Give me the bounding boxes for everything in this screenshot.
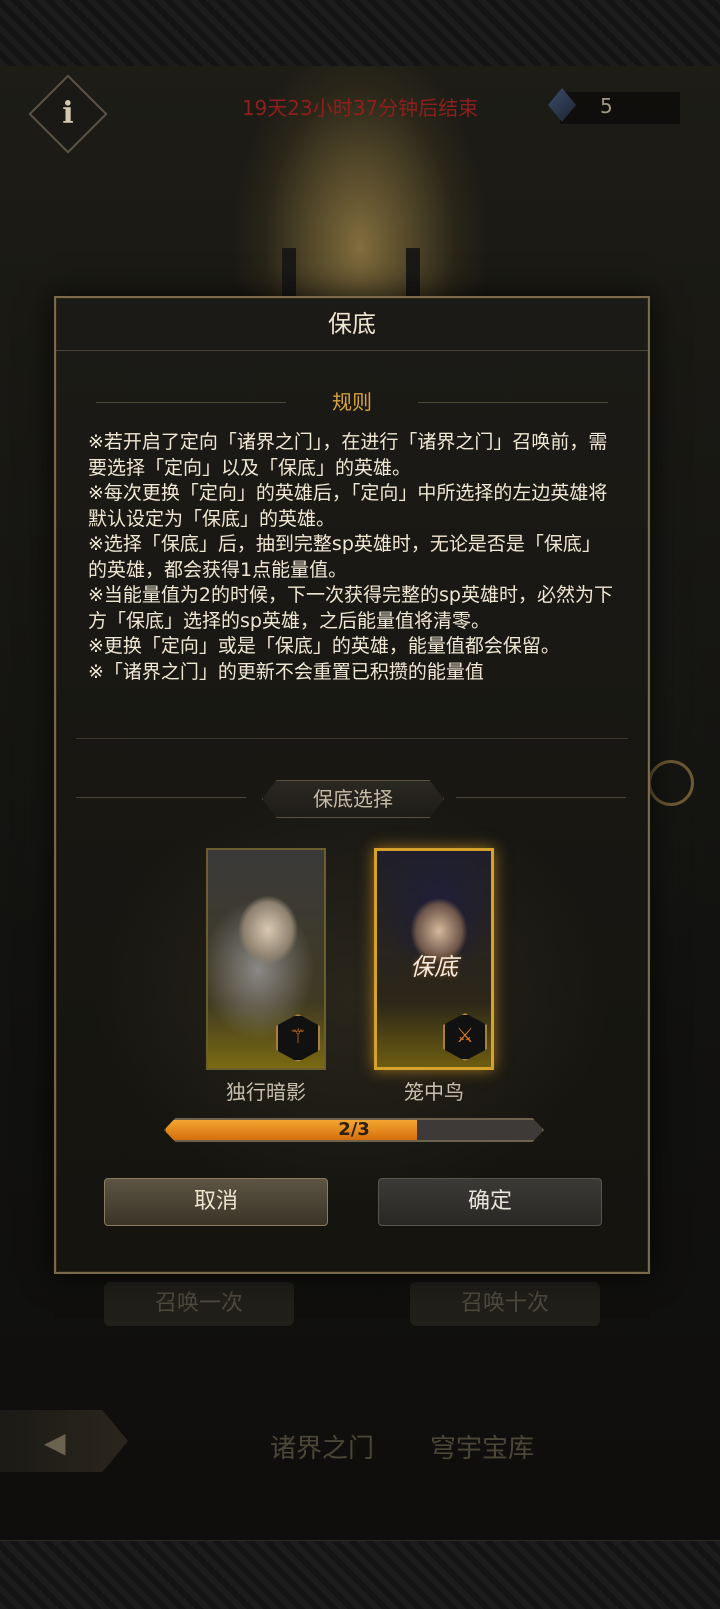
hero-card-caged-bird[interactable]: 保底 ⚔ bbox=[374, 848, 494, 1070]
hero-name: 独行暗影 bbox=[226, 1080, 306, 1104]
energy-progress-label: 2/3 bbox=[338, 1119, 370, 1140]
tab-gate[interactable]: 诸界之门 bbox=[270, 1428, 374, 1465]
info-icon: i bbox=[62, 96, 74, 131]
summon-ten-button[interactable]: 召唤十次 bbox=[410, 1282, 600, 1326]
currency-panel bbox=[560, 92, 680, 124]
back-button[interactable]: ◀ bbox=[0, 1410, 128, 1472]
pity-divider-right bbox=[456, 797, 626, 798]
bottom-frame bbox=[0, 1540, 720, 1609]
refresh-icon[interactable] bbox=[648, 760, 694, 806]
rules-text[interactable]: ※若开启了定向「诸界之门」，在进行「诸界之门」召唤前，需要选择「定向」以及「保底… bbox=[88, 430, 618, 722]
back-arrow-icon: ◀ bbox=[44, 1426, 66, 1459]
hero-name: 笼中鸟 bbox=[404, 1080, 464, 1104]
pity-divider-left bbox=[76, 797, 246, 798]
tower-silhouette bbox=[406, 248, 420, 296]
energy-progress-bar: 2/3 bbox=[164, 1118, 544, 1142]
hero-card-lone-shadow[interactable]: ⚚ bbox=[206, 848, 326, 1070]
pity-selected-tag: 保底 bbox=[410, 953, 458, 981]
pity-selection-title: 保底选择 bbox=[262, 780, 444, 818]
section-divider bbox=[76, 738, 628, 739]
summon-once-button[interactable]: 召唤一次 bbox=[104, 1282, 294, 1326]
tab-vault[interactable]: 穹宇宝库 bbox=[430, 1428, 534, 1465]
pity-dialog: 保底 规则 ※若开启了定向「诸界之门」，在进行「诸界之门」召唤前，需要选择「定向… bbox=[54, 296, 650, 1274]
currency-value: 5 bbox=[600, 94, 613, 118]
tower-silhouette bbox=[282, 248, 296, 296]
event-countdown: 19天23小时37分钟后结束 bbox=[241, 96, 479, 120]
staff-class-icon: ⚚ bbox=[276, 1014, 320, 1062]
rules-heading: 规则 bbox=[332, 390, 372, 414]
sword-class-icon: ⚔ bbox=[443, 1013, 487, 1061]
confirm-button[interactable]: 确定 bbox=[378, 1178, 602, 1226]
cancel-button[interactable]: 取消 bbox=[104, 1178, 328, 1226]
dialog-title: 保底 bbox=[56, 298, 648, 351]
top-frame bbox=[0, 0, 720, 67]
